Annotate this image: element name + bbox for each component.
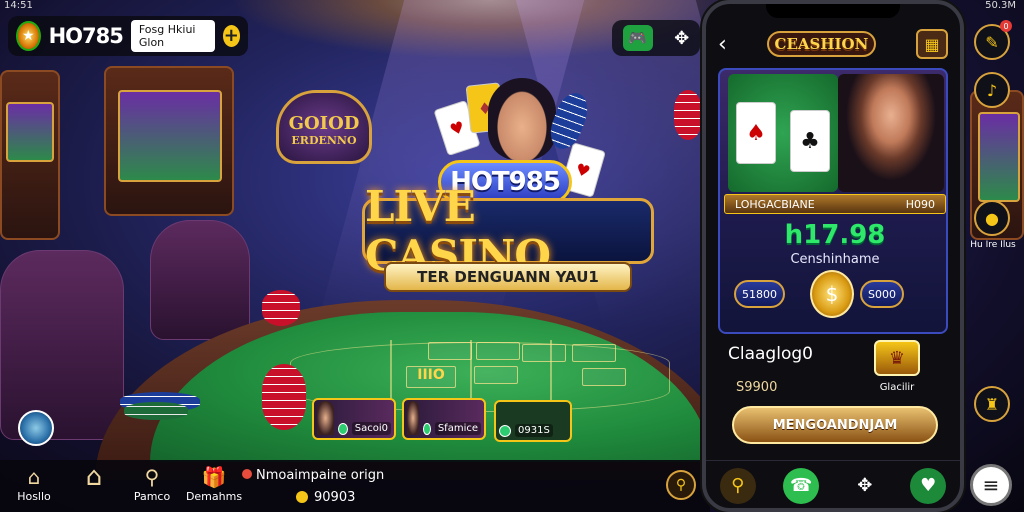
emblem-line-2: ERDENNO <box>291 134 357 147</box>
brand-logo-icon[interactable]: ★ <box>16 21 41 51</box>
search-icon[interactable]: ⚲ <box>719 467 756 504</box>
online-icon <box>499 425 511 437</box>
phone-subtitle: Censhinhame <box>790 252 880 267</box>
nav-item-demahms[interactable]: 🎁 Demahms <box>184 466 244 503</box>
online-icon <box>423 423 431 435</box>
nav-item-home[interactable]: ⌂ <box>64 462 124 492</box>
phone-info-bar: LOHGACBIANE H090 <box>724 194 946 214</box>
home-group-icon: ⌂ <box>27 465 41 489</box>
phone-jackpot: h17.98 <box>784 220 886 250</box>
phone-mockup: ‹ CEASHION ▦ ♠ ♣ LOHGACBIANE H090 h17.98… <box>702 0 964 512</box>
hero-tagline: TER DENGUANN YAU1 <box>384 262 632 292</box>
notice-text[interactable]: Nmoaimpaine orign <box>242 468 384 483</box>
alert-icon <box>242 469 252 479</box>
mini-controls: 🎮 ✥ <box>612 20 700 56</box>
top-bar: ★ HO785 Fosg Hkiui Glon + <box>8 16 248 56</box>
menu-icon[interactable]: ▦ <box>916 29 948 59</box>
slot-machine-left <box>0 70 60 240</box>
bet-spot[interactable] <box>476 342 520 360</box>
phone-bottom-nav: ⚲ ☎ ✥ ♥ <box>706 460 960 508</box>
treasure-icon: ♛ <box>874 340 920 376</box>
nav-item-pamco[interactable]: ⚲ Pamco <box>122 466 182 503</box>
status-time: 14:51 <box>4 0 33 11</box>
gamepad-icon[interactable]: 🎮 <box>622 25 653 51</box>
coin-icon: $ <box>810 270 854 318</box>
promo-pill[interactable]: Fosg Hkiui Glon <box>130 20 215 52</box>
phone-reward[interactable]: ♛ Glacilir <box>866 340 928 393</box>
phone-chip-left[interactable]: 51800 <box>734 280 785 308</box>
search-icon: ⚲ <box>144 465 160 489</box>
phone-stat-value: S9900 <box>736 380 778 395</box>
chip-stack <box>674 90 702 140</box>
back-icon[interactable]: ‹ <box>718 32 727 57</box>
phone-dealer-image <box>838 74 944 192</box>
phone-chip-right[interactable]: S000 <box>860 280 904 308</box>
home-icon: ⌂ <box>85 462 103 492</box>
phone-header: ‹ CEASHION ▦ <box>706 22 960 66</box>
puzzle-icon[interactable]: ✥ <box>674 28 689 49</box>
online-icon <box>338 423 348 435</box>
phone-stat-row: Claaglog0 S9900 <box>728 344 813 395</box>
bet-spot[interactable] <box>428 342 472 360</box>
search-button[interactable]: ⚲ <box>666 470 696 500</box>
chat-icon[interactable]: ☎ <box>783 467 820 504</box>
chat-button[interactable]: ≡ <box>970 464 1012 506</box>
bet-spot[interactable] <box>474 366 518 384</box>
brand-name: HO785 <box>48 24 124 48</box>
dealer-avatar <box>407 401 420 435</box>
avatar[interactable] <box>18 410 54 446</box>
rail-label: Hu Ire Ilus <box>970 240 1016 250</box>
slot-machine-center <box>104 66 234 216</box>
nav-item-hosllo[interactable]: ⌂ Hosllo <box>4 466 64 503</box>
status-signal: 50.3M <box>985 0 1016 11</box>
bet-spot[interactable] <box>572 344 616 362</box>
chair-back <box>150 220 250 340</box>
dealer-card[interactable]: Sacoi0 <box>312 398 396 440</box>
phone-notch <box>766 4 900 18</box>
gift-icon: 🎁 <box>201 465 227 489</box>
emblem-line-1: GOIOD <box>288 113 360 134</box>
chair-left <box>0 250 124 440</box>
phone-stat-title: Claaglog0 <box>728 344 813 364</box>
balance: 90903 <box>296 490 355 505</box>
dealer-avatar <box>317 401 335 435</box>
dealer-card[interactable]: Sfamice <box>402 398 486 440</box>
notification-badge: 0 <box>1000 20 1012 32</box>
phone-table: ♠ ♣ <box>728 74 838 192</box>
hero-dealer-image <box>488 78 556 160</box>
phone-logo: CEASHION <box>766 31 877 57</box>
hero-title: LIVE CASINO <box>362 182 654 280</box>
playing-card: ♠ <box>736 102 776 164</box>
music-icon[interactable]: ♪ <box>974 72 1010 108</box>
phone-cta-button[interactable]: MENGOANDNJAM <box>732 406 938 444</box>
phone-game-panel[interactable]: ♠ ♣ LOHGACBIANE H090 h17.98 Censhinhame … <box>718 68 948 334</box>
chip-stack <box>262 290 300 326</box>
dealer-card[interactable]: 0931S <box>494 400 572 442</box>
coin-icon <box>296 491 308 503</box>
playing-card: ♣ <box>790 110 830 172</box>
chip-stack <box>262 364 306 430</box>
puzzle-icon[interactable]: ✥ <box>847 468 883 504</box>
coin-stack-icon[interactable]: ● <box>974 200 1010 236</box>
gold-emblem: GOIOD ERDENNO <box>276 90 372 164</box>
trophy-icon[interactable]: ♜ <box>974 386 1010 422</box>
heart-icon[interactable]: ♥ <box>910 467 947 504</box>
bet-spot[interactable] <box>582 368 626 386</box>
bet-spot[interactable] <box>522 344 566 362</box>
chip-stack <box>124 402 188 420</box>
felt-label: IIIO <box>406 366 456 388</box>
add-funds-button[interactable]: + <box>222 25 240 47</box>
